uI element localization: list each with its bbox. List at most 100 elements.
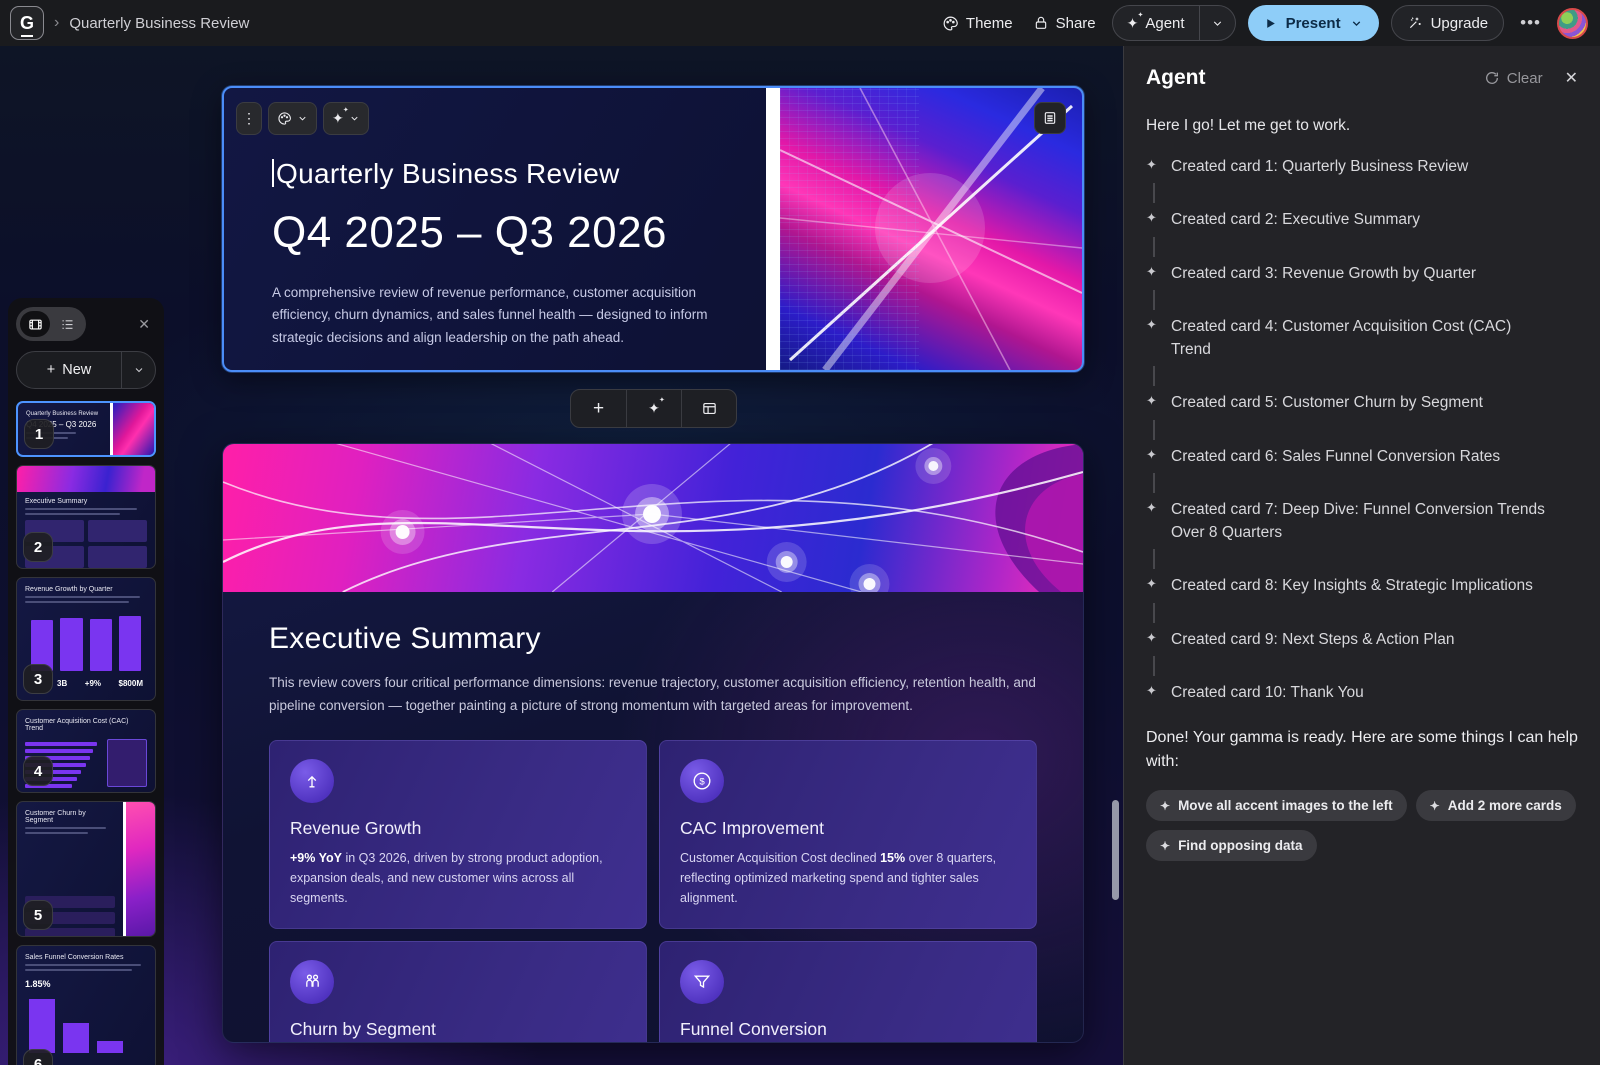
agent-step-item: ✦ Created card 1: Quarterly Business Revi… — [1146, 155, 1578, 178]
ai-add-card-button[interactable]: ✦ — [626, 390, 681, 427]
card-2-executive-summary[interactable]: Executive Summary This review covers fou… — [222, 443, 1084, 1043]
chevron-down-icon — [1352, 20, 1360, 26]
template-card-button[interactable] — [681, 390, 736, 427]
agent-steps: ✦ Created card 1: Quarterly Business Revi… — [1146, 155, 1578, 704]
section-description[interactable]: This review covers four critical perform… — [269, 672, 1037, 718]
agent-dropdown-button[interactable] — [1198, 6, 1235, 40]
section-title[interactable]: Executive Summary — [269, 622, 1037, 656]
summary-tile-churn-by-segment[interactable]: Churn by Segment Enterprise holds firm a… — [269, 940, 647, 1042]
suggestion-chip[interactable]: ✦ Find opposing data — [1146, 830, 1317, 861]
slide-thumbnail-3[interactable]: Revenue Growth by Quarter 3B +9% $800M 3 — [16, 577, 156, 701]
breadcrumb-title[interactable]: Quarterly Business Review — [69, 15, 249, 32]
arrow-up-icon — [290, 758, 334, 803]
main-area: ⋮ ✦ Quarterly Business Review Q4 2025 — [0, 46, 1600, 1065]
upgrade-button[interactable]: Upgrade — [1390, 5, 1505, 41]
agent-button[interactable]: ✦ Agent — [1113, 6, 1199, 40]
glow-node — [915, 448, 952, 484]
agent-label: Agent — [1145, 14, 1185, 32]
step-connector — [1153, 472, 1155, 493]
agent-step-text: Created card 5: Customer Churn by Segmen… — [1171, 394, 1483, 412]
step-connector — [1153, 655, 1155, 676]
card-notes-button[interactable] — [1034, 102, 1066, 134]
slide-thumbnail-5[interactable]: Customer Churn by Segment 5 — [16, 801, 156, 937]
card-ai-button[interactable]: ✦ — [323, 102, 369, 135]
agent-step-text: Created card 4: Customer Acquisition Cos… — [1171, 317, 1512, 358]
banner-image[interactable] — [223, 444, 1083, 592]
people-icon — [290, 959, 334, 1004]
step-connector — [1153, 602, 1155, 623]
breadcrumb-chevron-icon: › — [54, 14, 60, 31]
editor-canvas[interactable]: ⋮ ✦ Quarterly Business Review Q4 2025 — [0, 46, 1123, 1065]
new-card-button[interactable]: + New — [17, 352, 121, 388]
slide-number-badge: 5 — [23, 900, 53, 930]
chevron-down-icon — [299, 116, 306, 121]
view-toggle — [16, 307, 86, 341]
chevron-down-icon — [135, 368, 142, 373]
slide-thumbnail-2[interactable]: Executive Summary 2 — [16, 465, 156, 569]
summary-tile-funnel-conversion[interactable]: Funnel Conversion MQL-to-SQL at 30% is t… — [659, 940, 1037, 1042]
slide-badges: ANNUAL REVIEW EXECUTIVE EDITION — [272, 371, 766, 372]
step-connector — [1153, 549, 1155, 570]
slide-thumbnails: Quarterly Business Review Q4 2025 – Q3 2… — [16, 401, 156, 1065]
tile-body: Customer Acquisition Cost declined 15% o… — [680, 850, 997, 905]
slide-thumbnail-4[interactable]: Customer Acquisition Cost (CAC) Trend 4 — [16, 709, 156, 793]
topbar-right: Theme Share ✦ Agent Present U — [938, 5, 1588, 41]
thumb-stat: 1.85% — [25, 979, 51, 989]
new-card-dropdown-button[interactable] — [121, 352, 155, 388]
card-options-button[interactable]: ⋮ — [236, 102, 262, 135]
topbar: G › Quarterly Business Review Theme Shar… — [0, 0, 1600, 46]
slide-thumbnail-1[interactable]: Quarterly Business Review Q4 2025 – Q3 2… — [16, 401, 156, 457]
refresh-icon — [1485, 72, 1498, 84]
share-label: Share — [1055, 14, 1096, 32]
thumb-title: Quarterly Business Review — [26, 411, 99, 417]
slide-heading[interactable]: Q4 2025 – Q3 2026 — [272, 208, 766, 258]
avatar[interactable] — [1557, 7, 1588, 39]
upgrade-sparkle-icon — [1409, 17, 1421, 29]
sparkles-icon: ✦ — [648, 396, 664, 417]
close-agent-panel-button[interactable]: ✕ — [1565, 68, 1578, 88]
step-connector — [1153, 289, 1155, 310]
suggestion-chip[interactable]: ✦ Move all accent images to the left — [1146, 790, 1407, 821]
badge-annual-review[interactable]: ANNUAL REVIEW — [272, 371, 391, 372]
close-panel-button[interactable]: ✕ — [132, 314, 156, 335]
slide-description[interactable]: A comprehensive review of revenue perfor… — [272, 282, 724, 349]
card-toolbar: ⋮ ✦ — [236, 102, 369, 135]
thumb-accent-image — [110, 403, 154, 455]
glow-node — [622, 484, 682, 544]
share-button[interactable]: Share — [1029, 9, 1100, 38]
accent-image-texture — [780, 88, 919, 370]
filmstrip-view-button[interactable] — [20, 311, 50, 337]
lock-icon — [1035, 16, 1046, 29]
present-button[interactable]: Present — [1247, 5, 1379, 41]
clear-button[interactable]: Clear — [1484, 70, 1543, 87]
card-style-button[interactable] — [268, 102, 317, 135]
slide-thumbnail-6[interactable]: Sales Funnel Conversion Rates 1.85% 6 — [16, 945, 156, 1065]
sparkle-icon: ✦ — [1146, 393, 1157, 409]
summary-tile-revenue-growth[interactable]: Revenue Growth +9% YoY in Q3 2026, drive… — [269, 739, 647, 929]
thumb-bar-chart — [25, 613, 147, 671]
gamma-logo[interactable]: G — [10, 6, 44, 40]
agent-step-item: ✦ Created card 2: Executive Summary — [1146, 208, 1578, 231]
badge-executive-edition[interactable]: EXECUTIVE EDITION — [401, 371, 542, 372]
more-options-button[interactable]: ••• — [1516, 9, 1545, 37]
summary-tile-cac-improvement[interactable]: $ CAC Improvement Customer Acquisition C… — [659, 739, 1037, 929]
theme-button[interactable]: Theme — [938, 9, 1017, 38]
slide-number-badge: 6 — [23, 1049, 53, 1065]
slide-title[interactable]: Quarterly Business Review — [272, 158, 766, 190]
canvas-scrollbar[interactable] — [1112, 800, 1119, 900]
list-view-button[interactable] — [52, 311, 82, 337]
layout-template-icon — [702, 402, 716, 415]
chip-label: Find opposing data — [1178, 838, 1303, 853]
add-card-button[interactable]: + — [571, 390, 626, 427]
suggestion-chip[interactable]: ✦ Add 2 more cards — [1415, 790, 1576, 821]
thumb-title: Customer Acquisition Cost (CAC) Trend — [25, 718, 129, 732]
card-2-content: Executive Summary This review covers fou… — [223, 592, 1083, 1042]
agent-step-item: ✦ Created card 5: Customer Churn by Segme… — [1146, 391, 1578, 414]
chip-label: Move all accent images to the left — [1178, 798, 1393, 813]
banner-network-art — [223, 444, 1083, 592]
agent-step-text: Created card 8: Key Insights & Strategic… — [1171, 577, 1533, 595]
play-icon — [1266, 18, 1275, 28]
card-1-title-slide[interactable]: ⋮ ✦ Quarterly Business Review Q4 2025 — [222, 86, 1084, 372]
chip-label: Add 2 more cards — [1447, 798, 1562, 813]
note-icon — [1044, 112, 1056, 124]
